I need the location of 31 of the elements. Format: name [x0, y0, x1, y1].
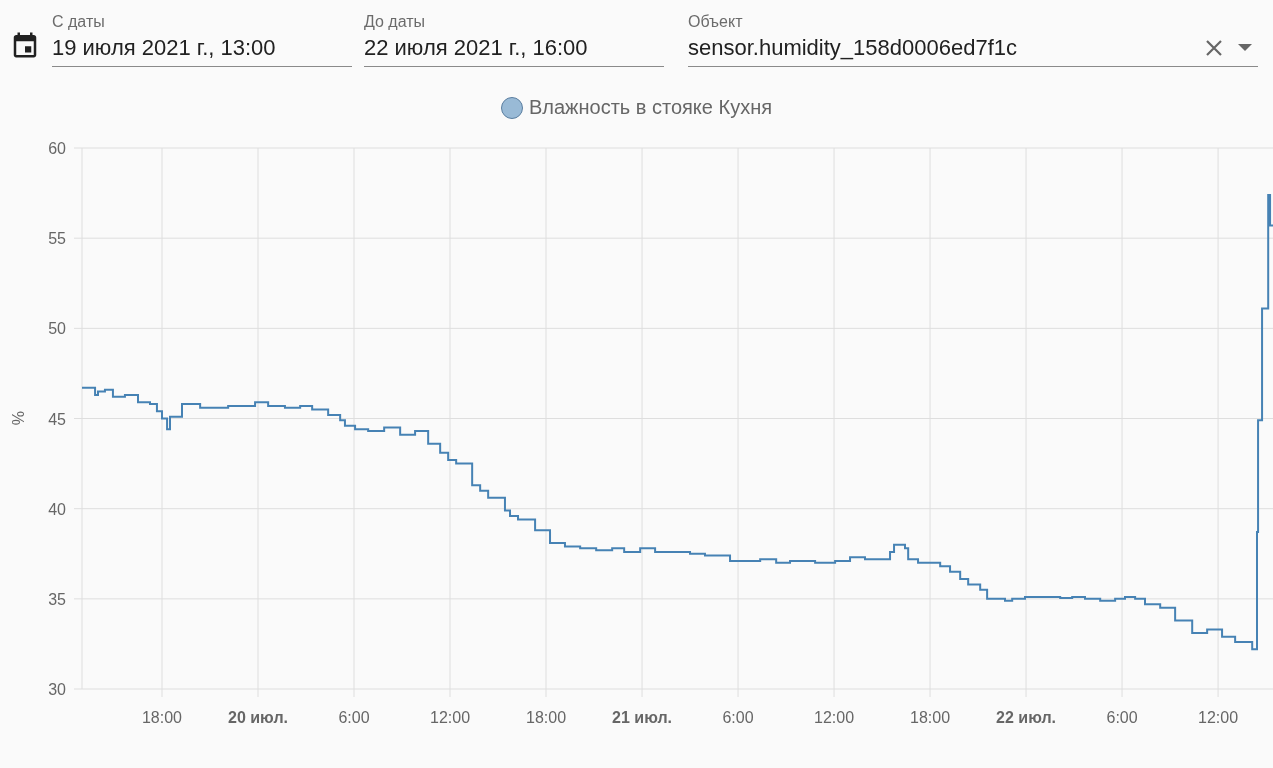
field-label: С даты	[52, 12, 106, 32]
y-tick-label: 35	[48, 590, 66, 608]
x-tick-label: 12:00	[430, 709, 471, 726]
x-tick-label: 18:00	[526, 709, 567, 726]
date-field[interactable]: С даты 19 июля 2021 г., 13:00	[52, 8, 352, 67]
y-tick-label: 55	[48, 230, 66, 248]
x-tick-label: 21 июл.	[612, 709, 672, 726]
field-value: 22 июля 2021 г., 16:00	[364, 34, 589, 62]
entity-picker[interactable]: Объект sensor.humidity_158d0006ed7f1c	[688, 8, 1258, 67]
x-tick-label: 22 июл.	[996, 709, 1057, 726]
y-tick-label: 40	[48, 500, 66, 518]
x-tick-label: 6:00	[1106, 709, 1138, 726]
x-tick-label: 18:00	[142, 709, 183, 726]
legend-label[interactable]: Влажность в стояке Кухня	[528, 96, 773, 119]
y-axis-label: %	[10, 410, 27, 426]
caret-icon	[1238, 44, 1252, 52]
y-tick-label: 30	[48, 681, 66, 698]
field-value: 19 июля 2021 г., 13:00	[52, 34, 277, 62]
y-tick-label: 50	[48, 320, 66, 338]
y-tick-label: 60	[48, 140, 66, 157]
x-tick-label: 20 июл.	[228, 709, 288, 726]
y-tick-label: 45	[48, 410, 66, 428]
x-tick-label: 6:00	[338, 709, 370, 726]
field-label: Объект	[688, 12, 744, 32]
field-value: sensor.humidity_158d0006ed7f1c	[688, 34, 1019, 62]
x-tick-label: 18:00	[910, 709, 951, 726]
field-label: До даты	[364, 12, 427, 32]
date-field[interactable]: До даты 22 июля 2021 г., 16:00	[364, 8, 664, 67]
x-tick-label: 6:00	[722, 709, 754, 726]
x-tick-label: 12:00	[814, 709, 855, 726]
x-tick-label: 12:00	[1198, 709, 1239, 726]
